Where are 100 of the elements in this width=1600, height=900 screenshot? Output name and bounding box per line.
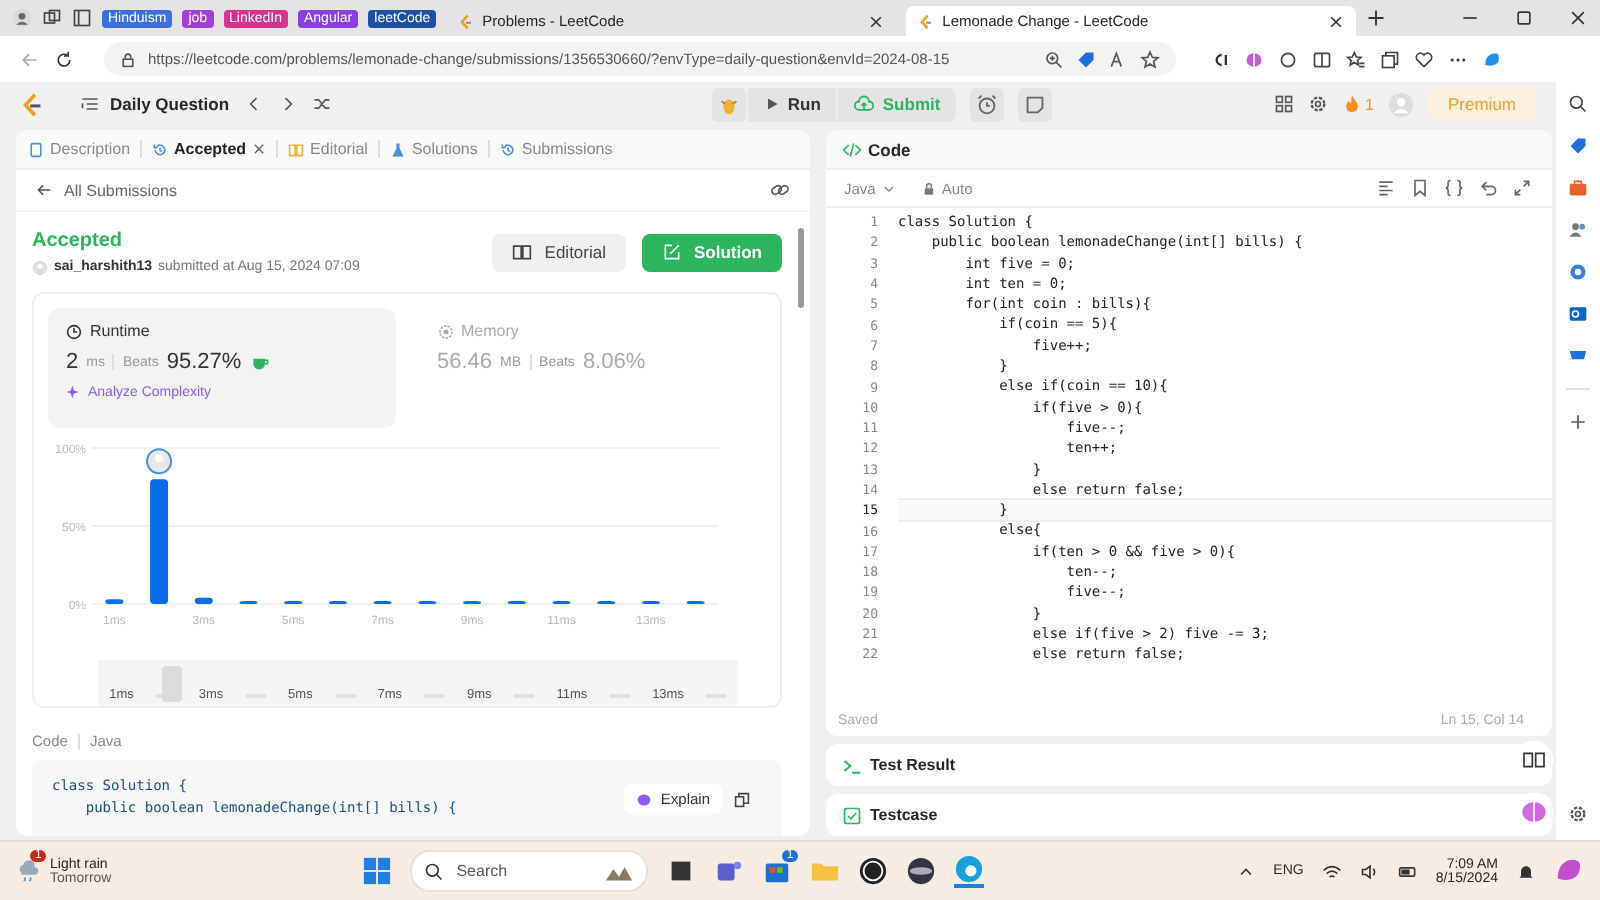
settings-icon[interactable] — [1568, 804, 1588, 824]
chart-bar[interactable] — [194, 597, 213, 604]
panel-title: Test Result — [870, 756, 956, 774]
panel-tab[interactable]: Accepted — [152, 140, 267, 158]
tag-icon[interactable] — [1076, 49, 1096, 69]
search-field[interactable]: Search — [410, 850, 649, 892]
profile-icon[interactable] — [12, 8, 32, 28]
maximize-icon[interactable] — [1514, 8, 1534, 28]
user-avatar-icon — [32, 259, 48, 275]
book-icon — [288, 141, 305, 157]
briefcase-icon[interactable] — [1568, 178, 1588, 198]
panel-title: Code — [868, 139, 911, 159]
edge-browser-icon[interactable] — [954, 854, 985, 888]
metric-label: Memory — [461, 322, 519, 340]
close-icon[interactable] — [1328, 13, 1345, 29]
close-icon[interactable] — [1568, 8, 1588, 28]
beats-percent: 8.06% — [582, 350, 646, 374]
workspaces-icon[interactable] — [42, 8, 62, 28]
chart-bar[interactable] — [105, 599, 124, 604]
bell-icon[interactable] — [1516, 861, 1536, 881]
close-icon[interactable] — [868, 13, 885, 29]
circle-logo-icon[interactable] — [858, 856, 889, 886]
expand-icon[interactable] — [1512, 178, 1532, 198]
rain-cloud-icon — [16, 858, 42, 884]
collections-icon[interactable] — [1380, 49, 1400, 69]
edit-icon — [662, 242, 682, 262]
history-icon — [499, 141, 516, 157]
speaker-icon[interactable] — [1359, 861, 1380, 881]
braces-icon[interactable] — [1444, 178, 1464, 198]
panel-title: Testcase — [870, 806, 938, 824]
star-icon[interactable] — [1140, 49, 1160, 69]
brain-icon[interactable] — [1244, 49, 1264, 69]
daily-question-button[interactable]: Daily Question — [80, 94, 230, 114]
circle-icon[interactable] — [1568, 262, 1588, 282]
status-text: Accepted — [32, 229, 125, 251]
cloud-upload-icon — [854, 94, 875, 114]
settings-icon[interactable] — [1307, 94, 1328, 114]
note-icon[interactable] — [1018, 87, 1053, 121]
layout-icon[interactable] — [1273, 94, 1294, 114]
list-icon — [80, 94, 100, 114]
windows-start-icon[interactable] — [362, 856, 393, 886]
lock-icon — [120, 51, 136, 67]
mail-icon[interactable] — [1568, 304, 1588, 324]
chevron-down-icon — [881, 181, 896, 195]
plus-icon[interactable] — [1568, 412, 1588, 432]
tag-icon[interactable] — [1568, 136, 1588, 156]
heart-icon[interactable] — [1414, 49, 1434, 69]
tab-actions-icon[interactable] — [72, 8, 92, 28]
history-icon — [152, 141, 169, 157]
leetcode-logo-icon — [918, 13, 935, 29]
circle-logo-icon[interactable] — [906, 856, 937, 886]
terminal-icon — [842, 755, 862, 775]
bookmark-icon[interactable] — [1410, 178, 1430, 198]
copilot-icon[interactable] — [1554, 856, 1584, 886]
sparkle-icon — [66, 384, 82, 400]
read-aloud-icon[interactable] — [1108, 49, 1128, 69]
teams-icon[interactable] — [714, 856, 745, 886]
favorites-icon[interactable] — [1346, 49, 1366, 69]
search-icon[interactable] — [1568, 94, 1588, 114]
editorial-button[interactable]: Editorial — [492, 233, 626, 271]
leetcode-logo-icon[interactable] — [20, 91, 46, 117]
people-icon[interactable] — [1568, 220, 1588, 240]
metric-value: 56.46 — [437, 350, 493, 374]
new-tab-icon[interactable] — [1366, 8, 1387, 28]
document-icon — [28, 141, 44, 157]
close-icon[interactable] — [252, 142, 267, 156]
range-handle[interactable] — [162, 666, 182, 702]
zoom-icon[interactable] — [1044, 49, 1064, 69]
format-icon[interactable] — [1376, 178, 1396, 198]
extension-icon[interactable] — [1210, 49, 1230, 69]
metric-label: Runtime — [90, 322, 150, 340]
book-icon — [512, 242, 533, 262]
shuffle-icon[interactable] — [311, 94, 332, 114]
brain-icon — [636, 791, 653, 807]
beats-percent: 95.27% — [166, 350, 242, 374]
collapsed-panel[interactable]: Test Result — [826, 744, 1552, 786]
collapsed-panel[interactable]: Testcase — [826, 794, 1552, 836]
arrow-left-icon — [36, 182, 52, 198]
run-button[interactable]: Run — [747, 87, 837, 121]
chart-bar[interactable] — [150, 479, 169, 604]
all-submissions-link[interactable]: All Submissions — [36, 181, 177, 199]
copilot-icon[interactable] — [1482, 49, 1502, 69]
copy-icon[interactable] — [734, 791, 750, 807]
split-screen-icon[interactable] — [1312, 49, 1332, 69]
flask-icon — [389, 141, 406, 157]
clock-icon — [66, 323, 82, 339]
chip-icon — [437, 323, 453, 339]
search-icon — [424, 861, 445, 881]
lock-icon — [921, 181, 936, 195]
alarm-clock-icon[interactable] — [970, 87, 1005, 121]
metric-value: 2 — [66, 350, 79, 374]
link-icon[interactable] — [770, 180, 790, 200]
checkbox-icon — [842, 805, 862, 825]
wifi-icon[interactable] — [1321, 861, 1342, 881]
battery-icon[interactable] — [1397, 861, 1418, 881]
play-icon — [763, 96, 780, 112]
leetcode-logo-icon — [458, 13, 475, 29]
flame-icon — [1341, 94, 1362, 114]
undo-icon[interactable] — [1478, 178, 1498, 198]
code-brackets-icon — [842, 139, 862, 159]
